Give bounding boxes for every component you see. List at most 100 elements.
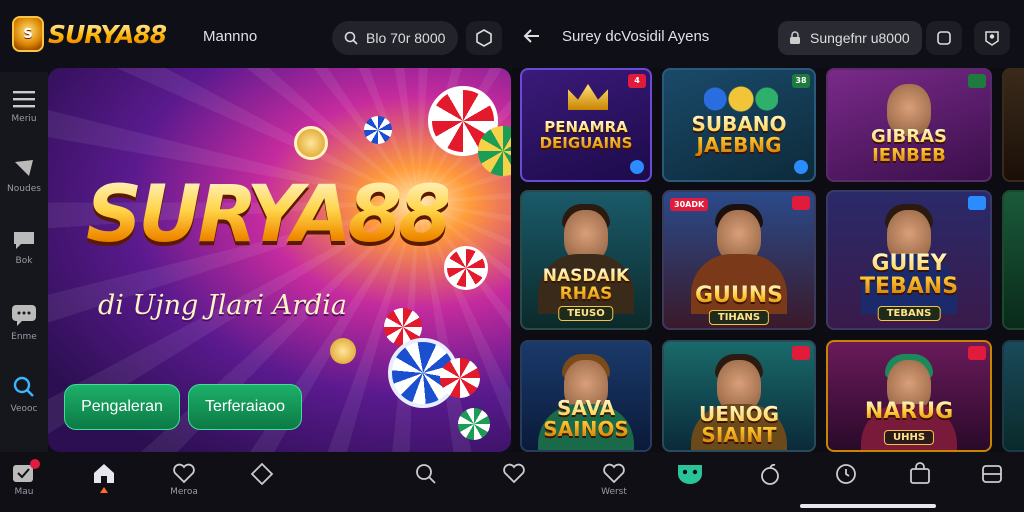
bottom-item-favorites[interactable]: Meroa	[164, 462, 204, 497]
bottom-item-shop[interactable]	[900, 462, 940, 486]
search-bar[interactable]: Blo 70r 8000	[332, 21, 458, 55]
search-icon	[416, 464, 436, 484]
sidebar-item-label: Enme	[11, 332, 37, 342]
game-tag: TEUSO	[558, 306, 614, 321]
primary-cta-button[interactable]: Pengaleran	[64, 384, 180, 430]
bottom-item-wishlist[interactable]: Werst	[594, 462, 634, 497]
user-text: Sungefnr u8000	[810, 30, 910, 46]
game-title: GUIEY TEBANS	[832, 252, 986, 298]
bottom-item-tags[interactable]	[242, 462, 282, 486]
home-icon	[94, 464, 114, 483]
square-icon	[937, 31, 951, 45]
game-title: NARUG	[832, 400, 986, 423]
hexagon-icon	[476, 29, 492, 47]
sidebar-item-label: Noudes	[7, 184, 41, 194]
chips-icon	[704, 86, 778, 112]
sidebar-item-inbox[interactable]: Noudes	[0, 158, 48, 194]
sidebar-item-message[interactable]: Enme	[0, 304, 48, 342]
game-card[interactable]: UENOG SIAINT	[662, 340, 816, 452]
mask-icon	[678, 465, 702, 484]
game-card[interactable]: GUIEY TEBANS TEBANS	[826, 190, 992, 330]
game-title: GIBRAS IENBEB	[832, 127, 986, 166]
sidebar-item-search[interactable]: Veooc	[0, 376, 48, 414]
game-tag: TEBANS	[877, 306, 941, 321]
sidebar-item-label: Bok	[15, 256, 33, 266]
bottom-navigation: Mau Meroa Werst	[0, 452, 1024, 512]
bottom-item-search[interactable]	[406, 462, 446, 486]
casino-chip-icon	[444, 246, 488, 290]
search-icon	[13, 376, 34, 397]
game-title: SUBANO JAEBNG	[668, 114, 810, 156]
search-icon	[344, 31, 358, 45]
menu-label[interactable]: Mannno	[203, 28, 257, 45]
wallet-icon	[982, 465, 1002, 483]
badge-icon	[792, 346, 810, 360]
sidebar-item-menu[interactable]: Meriu	[0, 90, 48, 124]
badge-icon: 38	[792, 74, 810, 88]
crown-icon	[568, 84, 608, 110]
bottom-item-history[interactable]	[826, 462, 866, 486]
casino-chip-icon	[364, 116, 392, 144]
bottom-item-liked[interactable]	[494, 462, 534, 484]
game-card[interactable]: 4 PENAMRA DEIGUAINS	[520, 68, 652, 182]
heart-icon	[173, 463, 195, 484]
chat-icon	[14, 232, 34, 249]
heart-icon	[603, 463, 625, 484]
badge-icon	[968, 346, 986, 360]
back-arrow-icon[interactable]	[522, 26, 542, 46]
brand-name: SURYA88	[48, 19, 167, 49]
game-card-partial[interactable]	[1002, 340, 1024, 452]
game-title: NASDAIK RHAS	[526, 267, 646, 304]
bag-icon	[910, 462, 930, 484]
game-card[interactable]: NASDAIK RHAS TEUSO	[520, 190, 652, 330]
hero-subtitle: di Ujng Jlari Ardia	[98, 290, 347, 321]
game-card[interactable]: NARUG UHHS	[826, 340, 992, 452]
bottom-item-home[interactable]	[84, 462, 124, 493]
game-card-partial[interactable]	[1002, 68, 1024, 182]
game-card-partial[interactable]	[1002, 190, 1024, 330]
game-card[interactable]: 38 SUBANO JAEBNG	[662, 68, 816, 182]
search-text: Blo 70r 8000	[366, 30, 446, 46]
bottom-item-wallet[interactable]	[972, 462, 1012, 486]
secondary-cta-button[interactable]: Terferaiaoo	[188, 384, 302, 430]
game-tag: UHHS	[883, 430, 935, 445]
casino-chip-icon	[440, 358, 480, 398]
active-indicator-icon	[100, 487, 108, 493]
bottom-item-rewards[interactable]	[750, 462, 790, 486]
badge-icon: 30ADK	[670, 198, 709, 211]
notification-icon	[12, 459, 40, 484]
user-account-pill[interactable]: Sungefnr u8000	[778, 21, 922, 55]
profile-button[interactable]	[974, 21, 1010, 55]
lock-icon	[790, 31, 800, 44]
game-title: UENOG SIAINT	[668, 404, 810, 446]
game-card[interactable]: SAVA SAINOS	[520, 340, 652, 452]
info-icon	[794, 160, 808, 174]
user-badge-icon	[985, 31, 999, 46]
game-tag: TIHANS	[708, 310, 770, 325]
window-button[interactable]	[926, 21, 962, 55]
badge-icon: 4	[628, 74, 646, 88]
hero-banner[interactable]: SURYA88 di Ujng Jlari Ardia Pengaleran T…	[48, 68, 511, 452]
brand-logo[interactable]: S SURYA88	[12, 16, 167, 52]
game-card[interactable]: 30ADK GUUNS TIHANS	[662, 190, 816, 330]
game-card[interactable]: GIBRAS IENBEB	[826, 68, 992, 182]
badge-icon	[968, 196, 986, 210]
games-grid: 4 PENAMRA DEIGUAINS 38 SUBANO JAEBNG GIB…	[512, 68, 1024, 452]
side-navigation: Meriu Noudes Bok Enme Veooc	[0, 72, 48, 512]
info-icon	[630, 160, 644, 174]
bottom-item-games[interactable]	[670, 462, 710, 486]
sidebar-item-chat[interactable]: Bok	[0, 230, 48, 266]
page-title: Surey dcVosidil Ayens	[562, 28, 710, 45]
home-indicator	[800, 504, 936, 508]
settings-button[interactable]	[466, 21, 502, 55]
bottom-item-notifications[interactable]: Mau	[4, 459, 44, 497]
bottom-item-label: Meroa	[170, 487, 198, 497]
game-title: GUUNS	[668, 284, 810, 307]
message-icon	[12, 305, 36, 326]
clock-icon	[836, 464, 856, 484]
badge-icon	[792, 196, 810, 210]
sidebar-item-label: Meriu	[11, 114, 37, 124]
favorite-icon	[503, 463, 525, 484]
bottom-item-label: Mau	[14, 487, 34, 497]
logo-badge-icon: S	[12, 16, 44, 52]
